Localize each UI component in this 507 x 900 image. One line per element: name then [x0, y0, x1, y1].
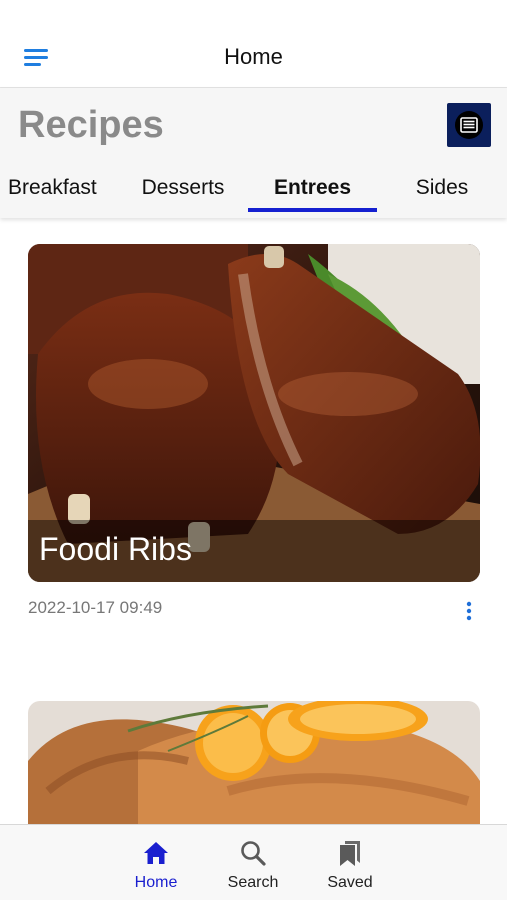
bottom-tab-bar: Home Search Saved [0, 824, 507, 900]
roast-with-orange-slices-photo [28, 701, 480, 841]
recipes-header: Recipes Breakfast Desserts Entrees Sides [0, 88, 507, 218]
navigation-bar: Home [0, 0, 507, 88]
active-tab-indicator [248, 208, 377, 212]
news-button[interactable] [447, 103, 491, 147]
recipe-date: 2022-10-17 09:49 [28, 598, 163, 617]
tabbar-label: Saved [327, 874, 373, 891]
more-options-icon[interactable] [462, 600, 476, 622]
tabbar-label: Search [227, 874, 279, 891]
recipe-card-image[interactable] [28, 701, 480, 841]
tab-sides[interactable]: Sides [400, 176, 484, 218]
tabbar-label: Home [134, 874, 178, 891]
home-icon [144, 842, 168, 864]
nav-title: Home [224, 44, 283, 69]
tabbar-item-search[interactable]: Search [213, 825, 293, 900]
bookmark-icon [340, 841, 360, 866]
tabbar-item-home[interactable]: Home [116, 825, 196, 900]
tab-breakfast[interactable]: Breakfast [8, 176, 100, 218]
section-title: Recipes [18, 104, 164, 146]
recipe-card-image[interactable]: Foodi Ribs [28, 244, 480, 582]
recipe-title: Foodi Ribs [39, 531, 192, 567]
tab-desserts[interactable]: Desserts [128, 176, 238, 218]
card-caption-overlay: Foodi Ribs [28, 520, 480, 582]
app-screen: Home Recipes Breakfast Desserts Entrees … [0, 0, 507, 900]
search-icon [241, 841, 266, 866]
newspaper-icon [455, 111, 483, 139]
tabbar-item-saved[interactable]: Saved [310, 825, 390, 900]
